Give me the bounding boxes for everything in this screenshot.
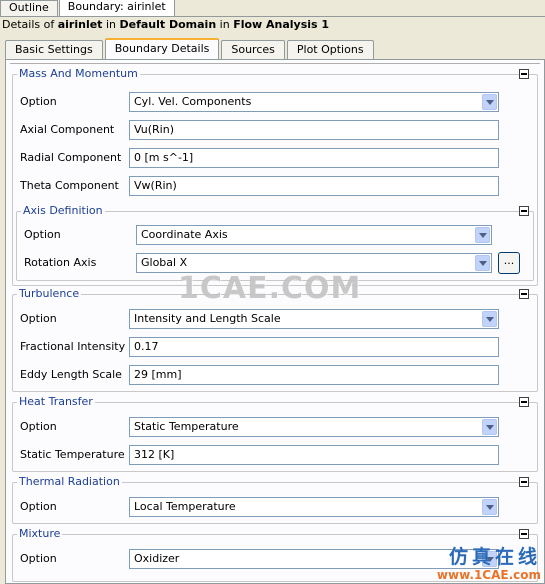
details-domain: Default Domain: [119, 18, 217, 31]
intensity-input[interactable]: 0.17: [129, 337, 499, 357]
turbulence-title: Turbulence: [17, 287, 82, 301]
logo-url-text: www.1CAE.com: [436, 568, 541, 582]
panel-top-edge: [10, 60, 540, 64]
rotation-axis-label: Rotation Axis: [24, 256, 97, 269]
collapse-icon[interactable]: [519, 206, 529, 216]
radial-label: Radial Component: [20, 151, 122, 164]
logo-chinese-text: 仿真在线: [448, 546, 541, 568]
chevron-down-icon[interactable]: [482, 94, 497, 110]
details-object: airinlet: [57, 18, 103, 31]
collapse-icon[interactable]: [519, 69, 529, 79]
details-header: Details of airinlet in Default Domain in…: [2, 17, 329, 35]
intensity-row: Fractional Intensity 0.17: [13, 335, 537, 359]
top-tab-bar: Outline Boundary: airinlet: [0, 0, 545, 17]
mixture-option-label: Option: [20, 552, 57, 565]
theta-label: Theta Component: [20, 179, 119, 192]
axis-option-select[interactable]: Coordinate Axis: [136, 225, 492, 245]
collapse-icon[interactable]: [519, 397, 529, 407]
collapse-icon[interactable]: [519, 477, 529, 487]
heat-option-select[interactable]: Static Temperature: [129, 417, 499, 437]
static-temp-input[interactable]: 312 [K]: [129, 445, 499, 465]
heat-transfer-group: Heat Transfer Option Static Temperature …: [12, 395, 538, 472]
mass-momentum-group: Mass And Momentum Option Cyl. Vel. Compo…: [12, 67, 538, 286]
eddy-row: Eddy Length Scale 29 [mm]: [13, 363, 537, 387]
mixture-title: Mixture: [17, 527, 63, 541]
heat-transfer-title: Heat Transfer: [17, 395, 95, 409]
details-in-1: in: [102, 18, 120, 31]
static-temp-row: Static Temperature 312 [K]: [13, 443, 537, 467]
rotation-axis-select[interactable]: Global X: [136, 253, 492, 273]
mass-option-label: Option: [20, 95, 57, 108]
intensity-label: Fractional Intensity: [20, 340, 126, 353]
axis-option-row: Option Coordinate Axis: [17, 223, 533, 247]
tab-boundary-airinlet[interactable]: Boundary: airinlet: [58, 0, 175, 16]
chevron-down-icon[interactable]: [475, 227, 490, 243]
chevron-down-icon[interactable]: [482, 499, 497, 515]
thermal-radiation-title: Thermal Radiation: [17, 475, 122, 489]
theta-row: Theta Component Vw(Rin): [13, 174, 537, 198]
radial-input[interactable]: 0 [m s^-1]: [129, 148, 499, 168]
radiation-option-select[interactable]: Local Temperature: [129, 497, 499, 517]
eddy-input[interactable]: 29 [mm]: [129, 365, 499, 385]
heat-option-label: Option: [20, 420, 57, 433]
site-logo: 仿真在线 www.1CAE.com: [437, 546, 541, 582]
eddy-label: Eddy Length Scale: [20, 368, 122, 381]
axial-row: Axial Component Vu(Rin): [13, 118, 537, 142]
browse-button[interactable]: ...: [498, 252, 520, 274]
mass-option-select[interactable]: Cyl. Vel. Components: [129, 92, 499, 112]
static-temp-label: Static Temperature: [20, 448, 125, 461]
radial-row: Radial Component 0 [m s^-1]: [13, 146, 537, 170]
axial-input[interactable]: Vu(Rin): [129, 120, 499, 140]
collapse-icon[interactable]: [519, 289, 529, 299]
rotation-axis-value: Global X: [141, 256, 188, 269]
mass-option-value: Cyl. Vel. Components: [134, 95, 252, 108]
watermark-text: 1CAE.COM: [178, 271, 362, 306]
tab-plot-options[interactable]: Plot Options: [286, 40, 374, 60]
tab-sources[interactable]: Sources: [221, 40, 285, 60]
turbulence-option-row: Option Intensity and Length Scale: [13, 307, 537, 331]
tab-basic-settings[interactable]: Basic Settings: [5, 40, 103, 60]
mixture-option-value: Oxidizer: [134, 552, 180, 565]
turbulence-option-select[interactable]: Intensity and Length Scale: [129, 309, 499, 329]
axis-definition-title: Axis Definition: [21, 204, 105, 218]
chevron-down-icon[interactable]: [475, 255, 490, 271]
theta-input[interactable]: Vw(Rin): [129, 176, 499, 196]
chevron-down-icon[interactable]: [482, 311, 497, 327]
tab-boundary-details[interactable]: Boundary Details: [104, 38, 220, 60]
mass-momentum-title: Mass And Momentum: [17, 67, 140, 81]
details-analysis: Flow Analysis 1: [233, 18, 330, 31]
heat-option-value: Static Temperature: [134, 420, 239, 433]
turbulence-option-label: Option: [20, 312, 57, 325]
radiation-option-label: Option: [20, 500, 57, 513]
turbulence-option-value: Intensity and Length Scale: [134, 312, 281, 325]
chevron-down-icon[interactable]: [482, 419, 497, 435]
heat-option-row: Option Static Temperature: [13, 415, 537, 439]
boundary-details-panel: Mass And Momentum Option Cyl. Vel. Compo…: [5, 59, 545, 584]
details-in-2: in: [216, 18, 234, 31]
collapse-icon[interactable]: [519, 529, 529, 539]
thermal-radiation-group: Thermal Radiation Option Local Temperatu…: [12, 475, 538, 524]
radiation-option-row: Option Local Temperature: [13, 495, 537, 519]
axis-option-value: Coordinate Axis: [141, 228, 228, 241]
turbulence-group: Turbulence Option Intensity and Length S…: [12, 287, 538, 392]
tab-outline[interactable]: Outline: [0, 0, 58, 16]
radiation-option-value: Local Temperature: [134, 500, 236, 513]
details-prefix: Details of: [2, 18, 58, 31]
axial-label: Axial Component: [20, 123, 115, 136]
details-tab-bar: Basic Settings Boundary Details Sources …: [5, 38, 545, 60]
mass-option-row: Option Cyl. Vel. Components: [13, 90, 537, 114]
axis-option-label: Option: [24, 228, 61, 241]
